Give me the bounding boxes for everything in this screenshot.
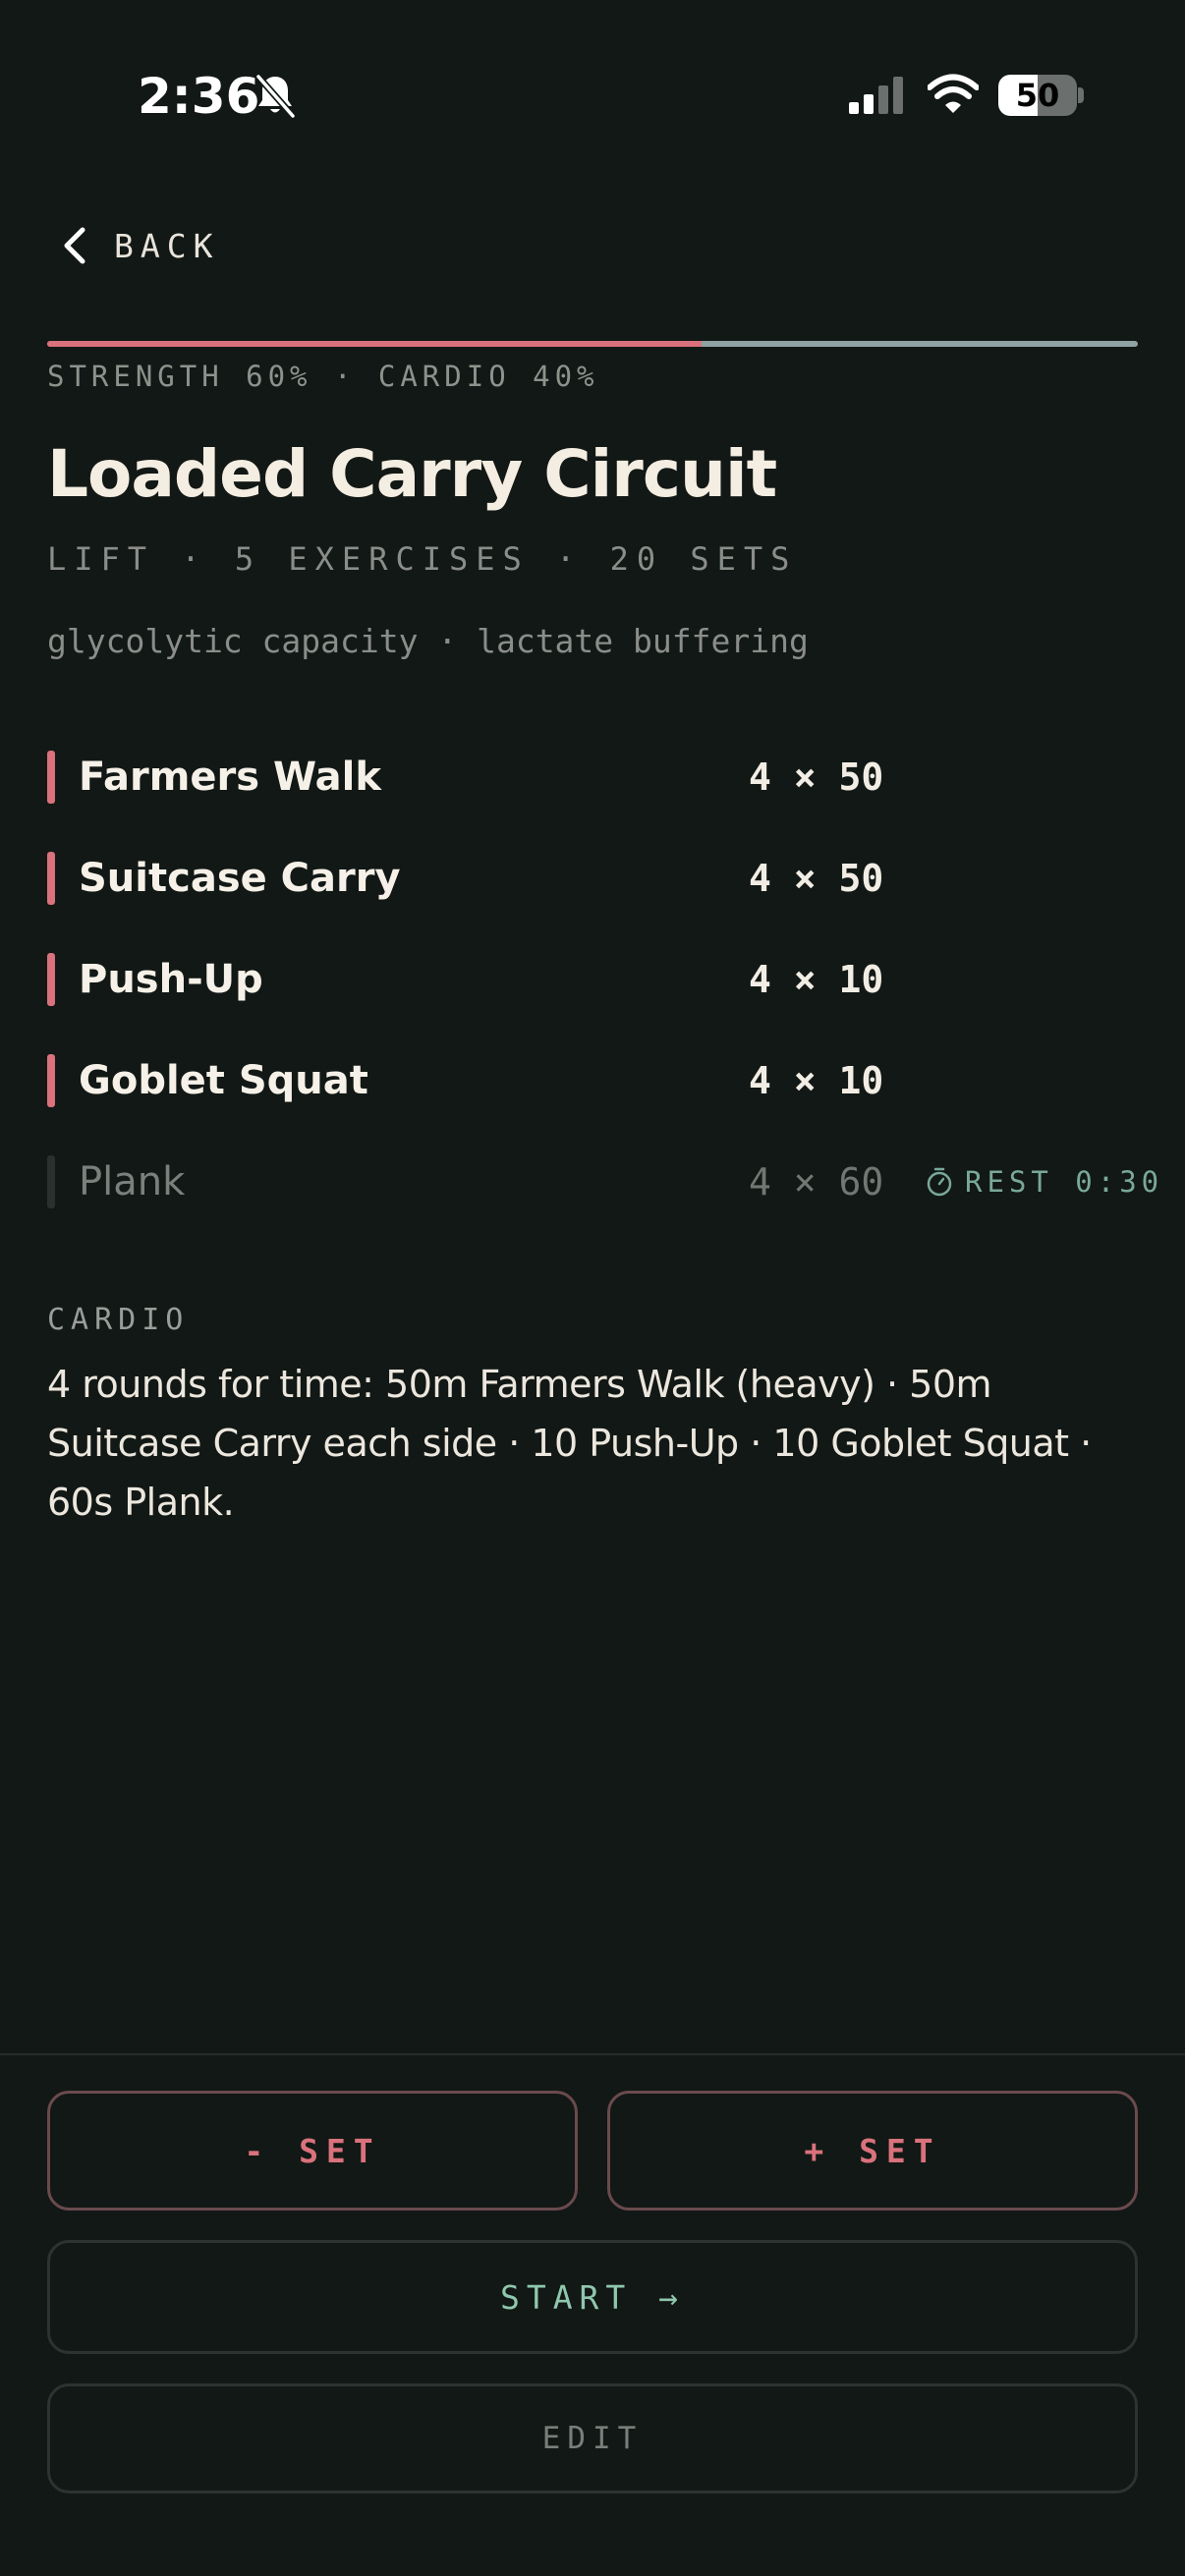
exercise-sets: 4 × 50: [749, 857, 884, 900]
exercise-name: Push-Up: [79, 957, 263, 1002]
bottom-divider: [0, 2053, 1185, 2055]
exercise-accent-bar: [47, 852, 55, 905]
bell-slash-icon: [254, 73, 297, 120]
start-workout-button[interactable]: START →: [47, 2240, 1138, 2354]
status-time: 2:36: [138, 68, 260, 125]
wifi-icon: [927, 73, 980, 116]
exercise-accent-bar: [47, 953, 55, 1006]
exercise-list: Farmers Walk 4 × 50 Suitcase Carry 4 × 5…: [47, 727, 1185, 1233]
battery-percentage: 50: [1015, 77, 1060, 114]
exercise-sets: 4 × 10: [749, 1059, 884, 1102]
exercise-name: Suitcase Carry: [79, 856, 401, 901]
battery-nub: [1078, 87, 1084, 103]
exercise-row-farmers-walk[interactable]: Farmers Walk 4 × 50: [47, 727, 1185, 828]
split-label: STRENGTH 60% · CARDIO 40%: [47, 360, 599, 393]
rest-timer: REST 0:30: [926, 1155, 1163, 1208]
exercise-name: Plank: [79, 1159, 186, 1204]
exercise-accent-bar: [47, 751, 55, 804]
rest-label: REST 0:30: [965, 1165, 1164, 1199]
workout-title: Loaded Carry Circuit: [47, 436, 777, 512]
exercise-sets: 4 × 50: [749, 756, 884, 799]
battery-icon: 50: [998, 75, 1077, 116]
cardio-description: 4 rounds for time: 50m Farmers Walk (hea…: [47, 1363, 1092, 1524]
cellular-signal-icon: [849, 77, 908, 116]
back-button[interactable]: BACK: [59, 216, 219, 275]
cardio-heading: CARDIO: [47, 1303, 190, 1337]
strength-cardio-split-bar: [47, 341, 1138, 347]
exercise-accent-bar: [47, 1155, 55, 1208]
exercise-sets: 4 × 10: [749, 958, 884, 1001]
exercise-name: Goblet Squat: [79, 1058, 368, 1103]
back-label: BACK: [114, 226, 220, 265]
exercise-row-goblet-squat[interactable]: Goblet Squat 4 × 10: [47, 1031, 1185, 1132]
remove-set-button[interactable]: - SET: [47, 2091, 578, 2211]
exercise-row-push-up[interactable]: Push-Up 4 × 10: [47, 929, 1185, 1031]
chevron-left-icon: [64, 227, 85, 264]
exercise-name: Farmers Walk: [79, 755, 381, 800]
stopwatch-icon: [927, 1167, 952, 1197]
add-set-button[interactable]: + SET: [607, 2091, 1138, 2211]
exercise-sets: 4 × 60: [749, 1160, 884, 1204]
strength-share-fill: [47, 341, 702, 347]
workout-meta: LIFT · 5 EXERCISES · 20 SETS: [47, 540, 798, 578]
exercise-accent-bar: [47, 1054, 55, 1107]
exercise-row-suitcase-carry[interactable]: Suitcase Carry 4 × 50: [47, 828, 1185, 929]
workout-tags: glycolytic capacity · lactate buffering: [47, 622, 809, 660]
edit-workout-button[interactable]: EDIT: [47, 2383, 1138, 2493]
exercise-row-plank[interactable]: Plank 4 × 60 REST 0:30: [47, 1132, 1185, 1233]
